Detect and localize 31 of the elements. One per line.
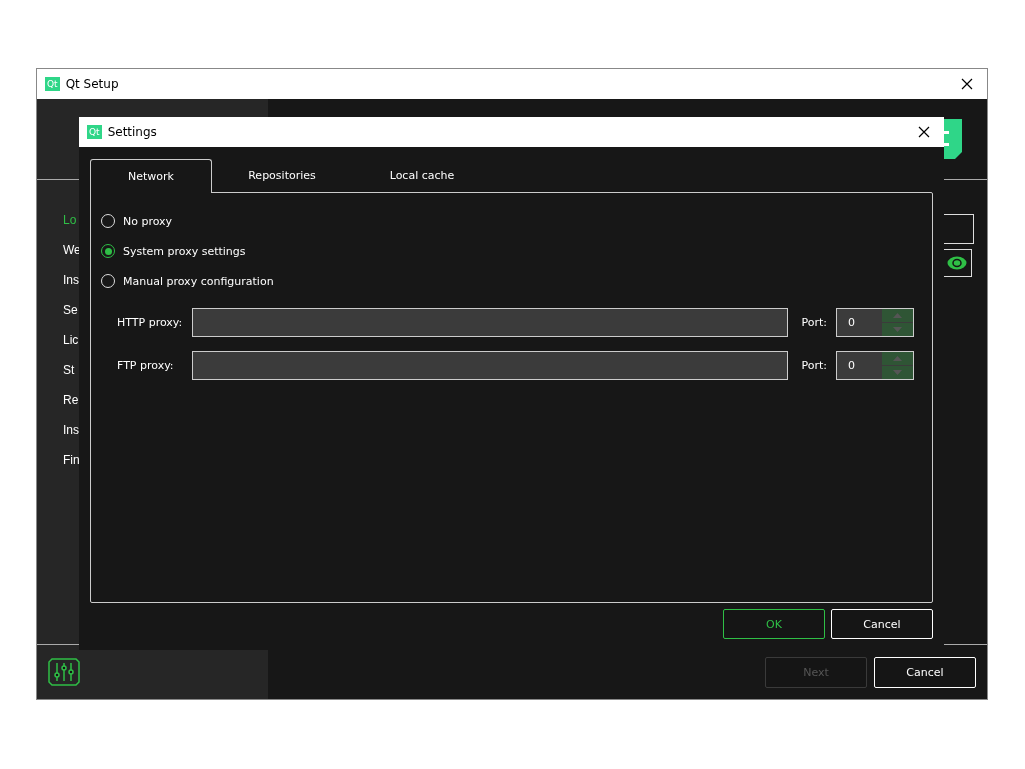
radio-label: System proxy settings <box>123 244 246 258</box>
sliders-icon[interactable] <box>48 658 80 686</box>
eye-icon <box>947 256 967 270</box>
dialog-title: Settings <box>107 125 158 139</box>
proxy-field[interactable] <box>192 351 789 380</box>
field-label: Port: <box>801 316 827 329</box>
window-title: Qt Setup <box>65 77 120 91</box>
field-label: HTTP proxy: <box>117 316 184 329</box>
dialog-button[interactable]: Cancel <box>831 609 933 639</box>
wizard-button[interactable]: Cancel <box>874 656 976 688</box>
sidebar-item[interactable]: St <box>63 360 75 390</box>
sidebar-item[interactable]: Lo <box>63 210 77 240</box>
close-icon <box>918 126 930 138</box>
close-icon <box>961 78 973 90</box>
tab[interactable]: Repositories <box>212 158 352 192</box>
sidebar-item[interactable]: Ins <box>63 270 79 300</box>
radio-label: No proxy <box>123 214 173 228</box>
sidebar-item[interactable]: Re <box>63 390 79 420</box>
sidebar-item[interactable]: Ins <box>63 420 79 450</box>
tab[interactable]: Network <box>90 159 212 193</box>
proxy-field[interactable] <box>192 308 789 337</box>
radio-label: Manual proxy configuration <box>123 274 274 288</box>
tab[interactable]: Local cache <box>352 158 492 192</box>
qt-logo: Qt <box>45 77 60 91</box>
dialog-button[interactable]: OK <box>723 609 825 639</box>
qt-logo: Qt <box>87 125 102 139</box>
field-label: FTP proxy: <box>117 359 175 372</box>
sidebar-item[interactable]: Fin <box>63 450 80 480</box>
field-label: Port: <box>801 359 827 372</box>
sidebar-item[interactable]: Se <box>63 300 78 330</box>
sidebar-item[interactable]: Lic <box>63 330 79 360</box>
